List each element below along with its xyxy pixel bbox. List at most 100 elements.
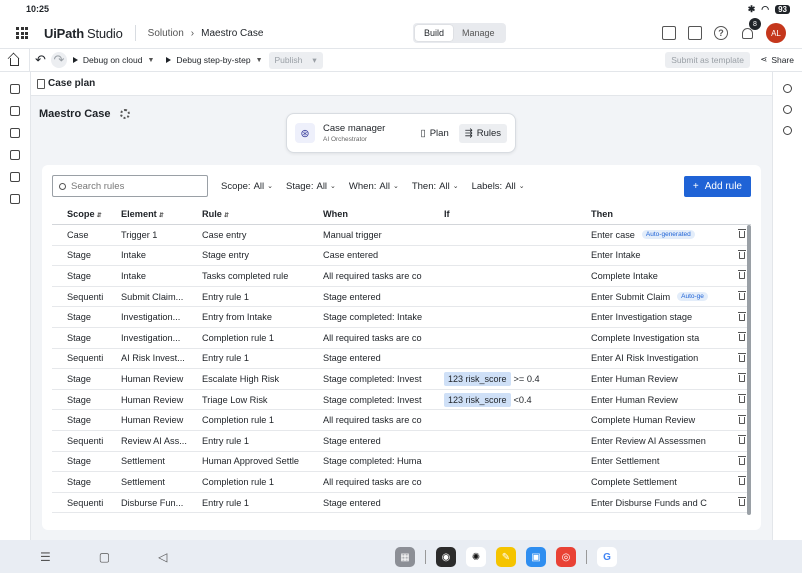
trash-icon[interactable]	[738, 497, 746, 507]
cell-rule: Case entry	[202, 229, 247, 240]
variable-pill[interactable]: 123 risk_score	[444, 371, 511, 386]
table-row[interactable]: Stage Intake Tasks completed rule All requi…	[52, 266, 751, 287]
home-icon	[10, 57, 19, 66]
home-nav-icon[interactable]: ▢	[99, 550, 110, 564]
feedback-icon[interactable]	[662, 26, 676, 40]
cell-when: Stage completed: Invest	[323, 373, 422, 384]
cell-scope: Sequenti	[67, 353, 104, 364]
home-button[interactable]	[0, 48, 30, 72]
variable-pill[interactable]: 123 risk_score	[444, 392, 511, 407]
chrome-icon[interactable]: ◎	[556, 547, 576, 567]
tab-rules[interactable]: ⇶ Rules	[458, 123, 507, 143]
trash-icon[interactable]	[738, 229, 746, 239]
trash-icon[interactable]	[738, 455, 746, 465]
share-button[interactable]: ⋖ Share	[760, 54, 794, 65]
ai-icon[interactable]	[783, 105, 792, 114]
trash-icon[interactable]	[738, 414, 746, 424]
tab-plan[interactable]: ▯ Plan	[414, 124, 454, 143]
when-filter[interactable]: When: All ⌄	[349, 181, 399, 192]
trash-icon[interactable]	[738, 311, 746, 321]
publish-button[interactable]: Publish ▾	[268, 51, 323, 69]
labels-filter[interactable]: Labels: All ⌄	[472, 181, 525, 192]
submit-template-button[interactable]: Submit as template	[665, 52, 750, 68]
debug-cloud-button[interactable]: Debug on cloud ▼	[67, 55, 160, 65]
trash-icon[interactable]	[738, 352, 746, 362]
camera-icon[interactable]: ◉	[436, 547, 456, 567]
search-input[interactable]: Search rules	[52, 175, 208, 197]
table-row[interactable]: Stage Human Review Escalate High Risk Stage…	[52, 369, 751, 390]
google-icon[interactable]: G	[597, 547, 617, 567]
bluetooth-icon: ✱	[747, 3, 756, 14]
trash-icon[interactable]	[738, 476, 746, 486]
debug-step-button[interactable]: Debug step-by-step ▼	[160, 55, 268, 65]
table-row[interactable]: Sequenti Submit Claim... Entry rule 1 Stage…	[52, 287, 751, 308]
table-row[interactable]: Sequenti AI Risk Invest... Entry rule 1 Sta…	[52, 349, 751, 370]
apps-grid-icon[interactable]	[16, 27, 28, 39]
cell-rule: Stage entry	[202, 250, 249, 261]
trash-icon[interactable]	[738, 373, 746, 383]
notes-icon[interactable]: ✎	[496, 547, 516, 567]
condition-value: >= 0.4	[513, 373, 540, 384]
clock: 10:25	[26, 4, 50, 14]
trash-icon[interactable]	[738, 394, 746, 404]
mode-build-button[interactable]: Build	[415, 25, 454, 41]
table-row[interactable]: Stage Human Review Completion rule 1 All re…	[52, 410, 751, 431]
table-scrollbar[interactable]	[747, 225, 751, 515]
trash-icon[interactable]	[738, 249, 746, 259]
app-drawer-icon[interactable]: ▦	[395, 547, 415, 567]
explorer-icon[interactable]	[10, 84, 20, 94]
col-rule[interactable]: Rule ⇵	[202, 209, 323, 219]
cell-when: Stage entered	[323, 435, 381, 446]
avatar[interactable]: AL	[766, 23, 786, 43]
table-row[interactable]: Case Trigger 1 Case entry Manual trigger Ent…	[52, 225, 751, 246]
col-element[interactable]: Element ⇵	[121, 209, 202, 219]
trash-icon[interactable]	[738, 332, 746, 342]
trash-icon[interactable]	[738, 270, 746, 280]
then-filter[interactable]: Then: All ⌄	[412, 181, 459, 192]
back-icon[interactable]: ◁	[158, 550, 167, 564]
breadcrumb-solution[interactable]: Solution	[148, 28, 184, 39]
cell-scope: Sequenti	[67, 435, 104, 446]
recents-icon[interactable]: ☰	[40, 550, 51, 564]
table-row[interactable]: Stage Investigation... Entry from Intake St…	[52, 307, 751, 328]
scope-filter[interactable]: Scope: All ⌄	[221, 181, 273, 192]
gear-icon[interactable]	[119, 109, 130, 119]
store-icon[interactable]	[688, 26, 702, 40]
branch-icon[interactable]	[10, 150, 20, 160]
table-row[interactable]: Stage Intake Stage entry Case entered Enter …	[52, 246, 751, 267]
table-row[interactable]: Sequenti Disburse Fun... Entry rule 1 Stage…	[52, 493, 751, 514]
stage-filter[interactable]: Stage: All ⌄	[286, 181, 336, 192]
breadcrumb-current: Maestro Case	[201, 27, 264, 39]
table-row[interactable]: Stage Investigation... Completion rule 1 Al…	[52, 328, 751, 349]
table-row[interactable]: Stage Settlement Human Approved Settle Stag…	[52, 452, 751, 473]
table-header: Scope ⇵ Element ⇵ Rule ⇵ When If Then	[52, 203, 751, 225]
col-scope[interactable]: Scope ⇵	[52, 209, 121, 219]
table-row[interactable]: Sequenti Review AI Ass... Entry rule 1 Stag…	[52, 431, 751, 452]
properties-icon[interactable]	[783, 84, 792, 93]
resources-icon[interactable]	[10, 106, 20, 116]
undo-icon[interactable]: ↶	[30, 52, 51, 68]
page-title: Maestro Case	[39, 108, 130, 120]
help-icon[interactable]: ?	[714, 26, 728, 40]
cell-element: Intake	[121, 250, 147, 261]
chatgpt-icon[interactable]: ✺	[466, 547, 486, 567]
auto-generated-badge: Auto-ge	[677, 292, 708, 302]
chevron-down-icon[interactable]: ▼	[256, 57, 263, 64]
redo-icon[interactable]: ↷	[50, 52, 67, 68]
table-row[interactable]: Stage Settlement Completion rule 1 All requ…	[52, 472, 751, 493]
settings-icon[interactable]	[10, 128, 20, 138]
notifications-button[interactable]: 8	[740, 18, 761, 40]
chevron-down-icon[interactable]: ▼	[147, 57, 154, 64]
case-plan-tab[interactable]: Case plan	[31, 72, 772, 96]
trash-icon[interactable]	[738, 291, 746, 301]
shapes-icon[interactable]	[10, 194, 20, 204]
gallery-icon[interactable]: ▣	[526, 547, 546, 567]
table-row[interactable]: Stage Human Review Triage Low Risk Stage co…	[52, 390, 751, 411]
cell-element: Human Review	[121, 394, 184, 405]
mode-manage-button[interactable]: Manage	[453, 25, 504, 41]
autopilot-icon[interactable]	[783, 126, 792, 135]
add-rule-button[interactable]: + Add rule	[683, 175, 751, 197]
trash-icon[interactable]	[738, 435, 746, 445]
canvas: Maestro Case ⊛ Case manager AI Orchestra…	[31, 96, 772, 540]
package-icon[interactable]	[10, 172, 20, 182]
